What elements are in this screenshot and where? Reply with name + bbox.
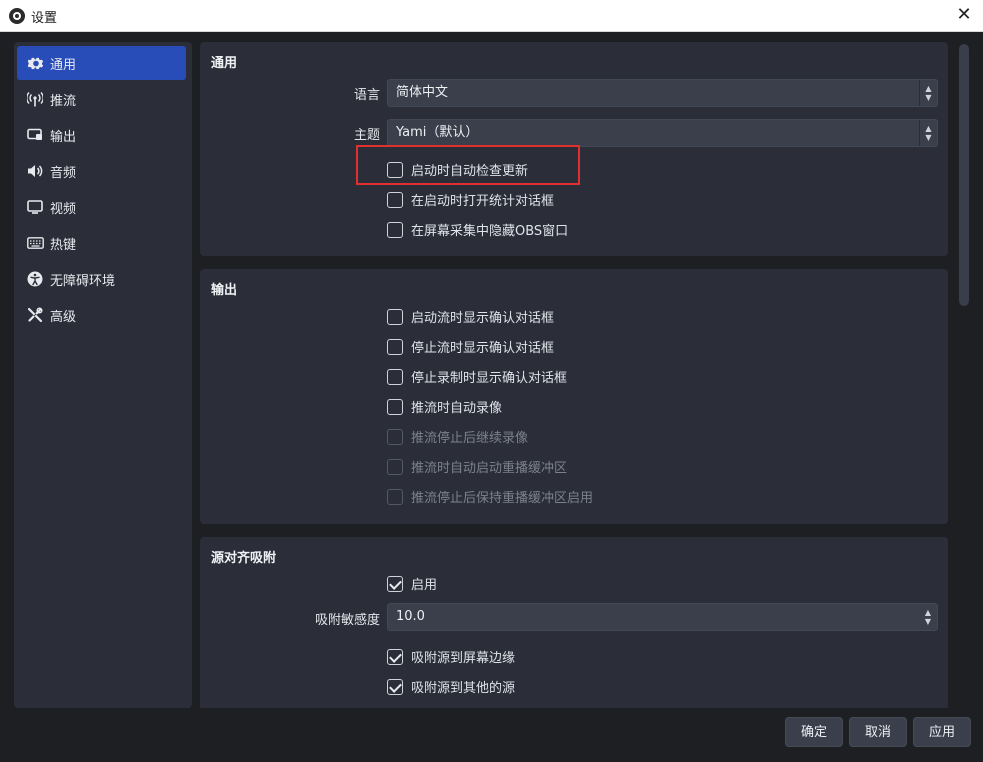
output-group-title: 输出 [211, 283, 238, 298]
checkbox-label: 在屏幕采集中隐藏OBS窗口 [411, 224, 569, 239]
sidebar-item-label: 音频 [50, 165, 77, 181]
checkbox-label: 停止流时显示确认对话框 [411, 341, 555, 356]
checkbox-box [387, 368, 403, 385]
obs-logo-icon [9, 8, 25, 24]
title-bar: 设置 ✕ [0, 0, 983, 32]
monitor-icon [26, 198, 44, 216]
general-group-title: 通用 [211, 56, 238, 71]
checkbox-box [387, 338, 403, 355]
checkbox-label: 停止录制时显示确认对话框 [411, 371, 568, 386]
checkbox-box [387, 575, 403, 592]
checkbox-label: 推流时自动启动重播缓冲区 [411, 461, 568, 476]
chevron-updown-icon: ▲ ▼ [919, 80, 937, 106]
sidebar-item-label: 热键 [50, 237, 77, 253]
sidebar-item-output[interactable]: 输出 [17, 118, 186, 152]
confirm-start-stream-checkbox[interactable]: 启动流时显示确认对话框 [387, 307, 554, 326]
snapping-group-title: 源对齐吸附 [211, 551, 277, 566]
sidebar-item-accessibility[interactable]: 无障碍环境 [17, 262, 186, 296]
snap-other-sources-checkbox[interactable]: 吸附源到其他的源 [387, 677, 515, 696]
auto-replay-buffer-checkbox: 推流时自动启动重播缓冲区 [387, 457, 567, 476]
theme-select-value: Yami（默认） [396, 125, 479, 140]
checkbox-box [387, 678, 403, 695]
checkbox-label: 推流时自动录像 [411, 401, 503, 416]
snap-sensitivity-spinbox[interactable]: 10.0 ▲ ▼ [387, 603, 938, 631]
sidebar-item-advanced[interactable]: 高级 [17, 298, 186, 332]
sidebar-item-audio[interactable]: 音频 [17, 154, 186, 188]
sidebar-item-label: 无障碍环境 [50, 273, 116, 289]
checkbox-box [387, 308, 403, 325]
settings-content: 通用 语言 简体中文 ▲ ▼ 主题 Yami（默认） ▲ ▼ 启动时自动检查更新 在… [200, 42, 948, 708]
theme-label: 主题 [353, 128, 380, 143]
snap-screen-edges-checkbox[interactable]: 吸附源到屏幕边缘 [387, 647, 515, 666]
checkbox-box [387, 191, 403, 208]
open-stats-checkbox[interactable]: 在启动时打开统计对话框 [387, 190, 554, 209]
snap-sensitivity-label: 吸附敏感度 [314, 613, 380, 628]
output-group: 输出 启动流时显示确认对话框 停止流时显示确认对话框 停止录制时显示确认对话框 … [200, 269, 948, 524]
confirm-stop-record-checkbox[interactable]: 停止录制时显示确认对话框 [387, 367, 567, 386]
chevron-updown-icon: ▲ ▼ [919, 120, 937, 146]
check-updates-checkbox[interactable]: 启动时自动检查更新 [387, 160, 528, 179]
gear-icon [26, 54, 44, 72]
checkbox-label: 推流停止后继续录像 [411, 431, 529, 446]
keep-recording-checkbox: 推流停止后继续录像 [387, 427, 528, 446]
checkbox-label: 吸附源到其他的源 [411, 681, 516, 696]
speaker-icon [26, 162, 44, 180]
antenna-icon [26, 90, 44, 108]
snap-sensitivity-value: 10.0 [396, 609, 425, 624]
accessibility-icon [26, 270, 44, 288]
checkbox-box [387, 458, 403, 475]
settings-sidebar: 通用 推流 输出 音频 视频 热键 无障碍环境 高级 [14, 42, 192, 708]
apply-button[interactable]: 应用 [913, 717, 971, 747]
general-group: 通用 语言 简体中文 ▲ ▼ 主题 Yami（默认） ▲ ▼ 启动时自动检查更新 在… [200, 42, 948, 256]
sidebar-item-label: 推流 [50, 93, 77, 109]
keep-replay-buffer-checkbox: 推流停止后保持重播缓冲区启用 [387, 487, 593, 506]
checkbox-label: 在启动时打开统计对话框 [411, 194, 555, 209]
checkbox-box [387, 398, 403, 415]
checkbox-label: 启动时自动检查更新 [411, 164, 529, 179]
checkbox-box [387, 428, 403, 445]
close-icon[interactable]: ✕ [951, 2, 977, 28]
language-select-value: 简体中文 [396, 85, 449, 100]
checkbox-box [387, 488, 403, 505]
snapping-group: 源对齐吸附 启用 吸附敏感度 10.0 ▲ ▼ 吸附源到屏幕边缘 吸附源到其他的源 [200, 537, 948, 708]
sidebar-item-label: 高级 [50, 309, 77, 325]
keyboard-icon [26, 234, 44, 252]
checkbox-label: 推流停止后保持重播缓冲区启用 [411, 491, 594, 506]
tools-icon [26, 306, 44, 324]
language-select[interactable]: 简体中文 ▲ ▼ [387, 79, 938, 107]
checkbox-box [387, 221, 403, 238]
spin-arrows-icon[interactable]: ▲ ▼ [919, 604, 937, 630]
sidebar-item-hotkeys[interactable]: 热键 [17, 226, 186, 260]
sidebar-item-label: 输出 [50, 129, 77, 145]
theme-select[interactable]: Yami（默认） ▲ ▼ [387, 119, 938, 147]
hide-obs-window-checkbox[interactable]: 在屏幕采集中隐藏OBS窗口 [387, 220, 568, 239]
sidebar-item-stream[interactable]: 推流 [17, 82, 186, 116]
cancel-button[interactable]: 取消 [849, 717, 907, 747]
sidebar-item-label: 视频 [50, 201, 77, 217]
checkbox-box [387, 648, 403, 665]
checkbox-label: 启动流时显示确认对话框 [411, 311, 555, 326]
sidebar-item-general[interactable]: 通用 [17, 46, 186, 80]
scrollbar-thumb[interactable] [959, 44, 969, 306]
checkbox-label: 吸附源到屏幕边缘 [411, 651, 516, 666]
snapping-enable-checkbox[interactable]: 启用 [387, 574, 437, 593]
language-label: 语言 [353, 88, 380, 103]
sidebar-item-video[interactable]: 视频 [17, 190, 186, 224]
confirm-stop-stream-checkbox[interactable]: 停止流时显示确认对话框 [387, 337, 554, 356]
auto-record-checkbox[interactable]: 推流时自动录像 [387, 397, 502, 416]
checkbox-label: 启用 [411, 578, 438, 593]
content-scrollbar[interactable] [958, 42, 970, 708]
sidebar-item-label: 通用 [50, 57, 77, 73]
output-icon [26, 126, 44, 144]
window-title: 设置 [31, 11, 58, 26]
checkbox-box [387, 161, 403, 178]
ok-button[interactable]: 确定 [785, 717, 843, 747]
